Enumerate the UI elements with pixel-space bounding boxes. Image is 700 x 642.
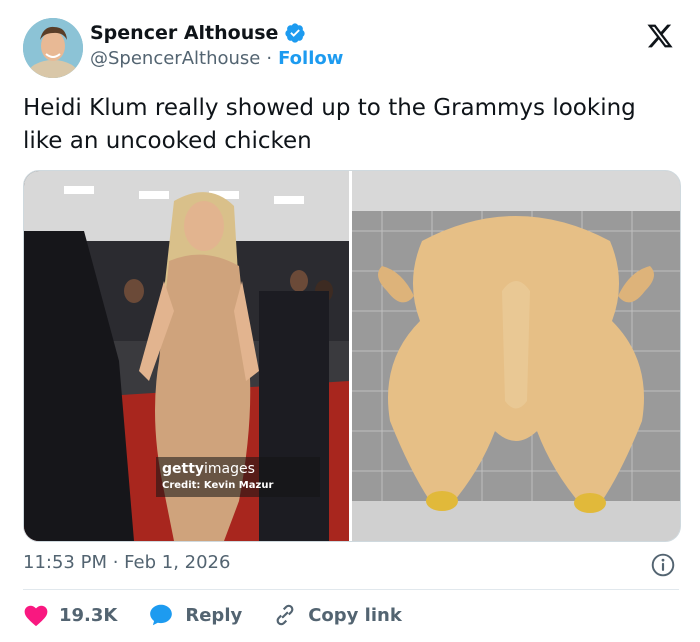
getty-watermark: gettyimages Credit: Kevin Mazur	[156, 457, 320, 497]
photo-credit: Credit: Kevin Mazur	[162, 480, 274, 491]
verified-badge-icon	[284, 22, 306, 44]
copy-link-button[interactable]: Copy link	[272, 602, 402, 628]
author-name-row: Spencer Althouse	[90, 22, 306, 44]
tweet-timestamp[interactable]: 11:53 PM · Feb 1, 2026	[23, 552, 230, 573]
tweet-text: Heidi Klum really showed up to the Gramm…	[23, 95, 636, 154]
heart-icon	[24, 605, 48, 627]
divider-line	[23, 589, 679, 590]
author-name[interactable]: Spencer Althouse	[90, 22, 278, 44]
reply-button[interactable]: Reply	[147, 602, 242, 628]
x-logo-icon[interactable]	[646, 22, 674, 50]
tweet-actions: 19.3K Reply Copy link	[23, 601, 432, 629]
reply-label: Reply	[185, 604, 243, 626]
follow-button[interactable]: Follow	[278, 48, 343, 69]
author-avatar[interactable]	[23, 18, 83, 78]
media-photo-chicken[interactable]	[352, 171, 680, 541]
media-photo-red-carpet[interactable]: gettyimages Credit: Kevin Mazur	[24, 171, 349, 541]
raw-chicken-photo	[352, 171, 680, 541]
tweet-media[interactable]: gettyimages Credit: Kevin Mazur	[23, 170, 681, 542]
author-handle[interactable]: @SpencerAlthouse	[90, 48, 260, 69]
info-icon[interactable]	[650, 552, 676, 578]
watermark-brand: getty	[162, 461, 205, 477]
watermark-brand-line: gettyimages	[162, 461, 312, 477]
link-icon	[276, 604, 294, 626]
like-button[interactable]: 19.3K	[23, 603, 117, 627]
author-handle-row: @SpencerAlthouse · Follow	[90, 48, 343, 69]
watermark-suffix: images	[204, 461, 255, 477]
like-count: 19.3K	[59, 604, 118, 626]
reply-bubble-icon	[150, 604, 173, 626]
handle-separator: ·	[266, 48, 273, 69]
copy-link-label: Copy link	[308, 604, 402, 626]
avatar-image	[23, 18, 83, 78]
